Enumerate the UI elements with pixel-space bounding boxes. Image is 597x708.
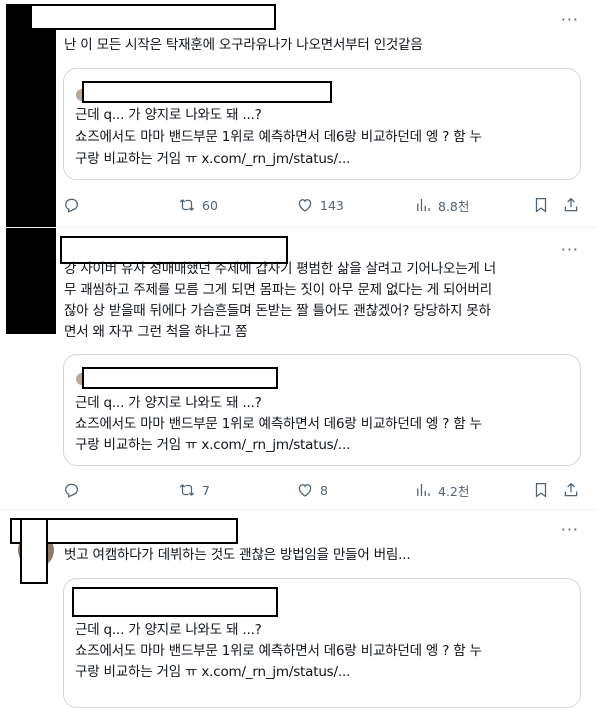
quote-line-3: 구랑 비교하는 거임 ㅠ x.com/_rn_jm/status/... (75, 437, 351, 453)
redacted-quoted-username (82, 367, 278, 389)
post-text: 난 이 모든 시작은 탁재훈에 오구라유나가 나오면서부터 인것같음 (64, 37, 423, 53)
post-text: 벗고 여캠하다가 데뷔하는 것도 괜찮은 방법임을 만들어 버림... (64, 547, 411, 563)
bookmark-icon (535, 482, 547, 498)
quote-line-1: 근데 q... 가 양지로 나와도 돼 ...? (75, 395, 262, 411)
post-3[interactable]: ··· 벗고 여캠하다가 데뷔하는 것도 괜찮은 방법임을 만들어 버림... … (0, 510, 597, 708)
redacted-username (30, 4, 276, 30)
repost-button[interactable]: 60 (178, 193, 218, 217)
views-button[interactable]: 8.8천 (414, 193, 469, 217)
bookmark-button[interactable] (532, 193, 550, 217)
post-2[interactable]: ··· 강 사이버 유사 성매매했던 주제에 갑자기 평범한 삶을 살려고 기어… (0, 228, 597, 510)
views-count: 4.2천 (438, 483, 470, 499)
redacted-quoted-username (82, 81, 332, 103)
share-icon (564, 482, 578, 497)
more-icon[interactable]: ··· (561, 520, 579, 539)
redacted-avatar (20, 518, 48, 584)
quoted-post[interactable]: 근데 q... 가 양지로 나와도 돼 ...? 쇼즈에서도 마마 밴드부문 1… (63, 354, 581, 466)
repost-icon (179, 199, 195, 211)
action-bar: 60 143 8.8천 (62, 193, 581, 217)
reply-icon (65, 483, 79, 498)
repost-count: 7 (202, 482, 210, 498)
share-icon (564, 197, 578, 212)
reply-button[interactable] (62, 478, 86, 502)
heart-icon (298, 484, 312, 497)
heart-icon (298, 199, 312, 212)
quote-line-3: 구랑 비교하는 거임 ㅠ x.com/_rn_jm/status/... (75, 664, 351, 680)
bookmark-icon (535, 197, 547, 213)
redacted-quoted-username (72, 587, 278, 617)
repost-button[interactable]: 7 (178, 478, 210, 502)
bookmark-button[interactable] (532, 478, 550, 502)
share-button[interactable] (562, 478, 580, 502)
more-icon[interactable]: ··· (561, 240, 579, 259)
reply-icon (65, 198, 79, 213)
views-icon (417, 484, 430, 496)
quoted-post[interactable]: 근데 q... 가 양지로 나와도 돼 ...? 쇼즈에서도 마마 밴드부문 1… (63, 68, 581, 180)
views-icon (417, 199, 430, 211)
quote-line-2: 쇼즈에서도 마마 밴드부문 1위로 예측하면서 데6랑 비교하던데 엥 ? 함 … (75, 643, 482, 659)
views-count: 8.8천 (438, 198, 470, 214)
views-button[interactable]: 4.2천 (414, 478, 469, 502)
share-button[interactable] (562, 193, 580, 217)
quote-line-1: 근데 q... 가 양지로 나와도 돼 ...? (75, 107, 262, 123)
quote-line-2: 쇼즈에서도 마마 밴드부문 1위로 예측하면서 데6랑 비교하던데 엥 ? 함 … (75, 416, 482, 432)
quote-line-3: 구랑 비교하는 거임 ㅠ x.com/_rn_jm/status/... (75, 151, 351, 167)
quoted-post[interactable]: 근데 q... 가 양지로 나와도 돼 ...? 쇼즈에서도 마마 밴드부문 1… (63, 578, 581, 708)
post-1[interactable]: ··· 난 이 모든 시작은 탁재훈에 오구라유나가 나오면서부터 인것같음 근… (0, 0, 597, 334)
quote-line-1: 근데 q... 가 양지로 나와도 돼 ...? (75, 622, 262, 638)
repost-icon (179, 484, 195, 496)
like-count: 8 (320, 482, 328, 498)
more-icon[interactable]: ··· (561, 10, 579, 29)
post-text: 강 사이버 유사 성매매했던 주제에 갑자기 평범한 삶을 살려고 기어나오는게… (64, 261, 496, 340)
repost-count: 60 (202, 197, 218, 213)
quote-line-2: 쇼즈에서도 마마 밴드부문 1위로 예측하면서 데6랑 비교하던데 엥 ? 함 … (75, 129, 482, 145)
reply-button[interactable] (62, 193, 86, 217)
action-bar: 7 8 4.2천 (62, 478, 581, 502)
like-button[interactable]: 143 (296, 193, 344, 217)
like-button[interactable]: 8 (296, 478, 328, 502)
like-count: 143 (320, 197, 344, 213)
